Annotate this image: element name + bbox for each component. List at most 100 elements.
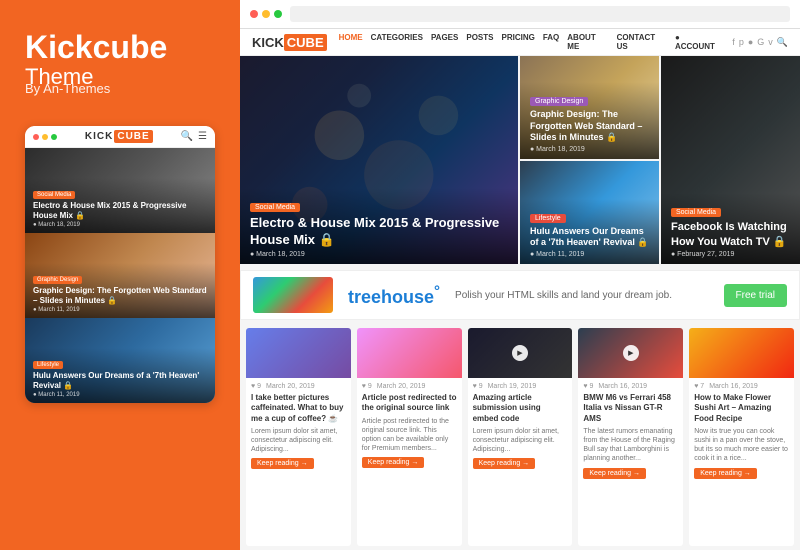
featured-tr1-overlay: Graphic Design Graphic Design: The Forgo… [520, 82, 659, 159]
mobile-post-2[interactable]: Graphic Design Graphic Design: The Forgo… [25, 233, 215, 318]
featured-right[interactable]: Social Media Facebook Is Watching How Yo… [661, 56, 800, 264]
featured-right-badge: Social Media [671, 208, 721, 217]
site-header: KICKCUBE HOME CATEGORIES PAGES POSTS PRI… [240, 29, 800, 56]
mobile-post-3-badge: Lifestyle [33, 361, 63, 369]
featured-tr1-date: ● March 18, 2019 [530, 146, 649, 153]
facebook-icon[interactable]: f [732, 37, 735, 48]
article-excerpt-2: Article post redirected to the original … [362, 417, 457, 453]
brand-title: Kickcube [25, 30, 215, 65]
featured-right-title: Facebook Is Watching How You Watch TV 🔒 [671, 220, 790, 249]
google-icon[interactable]: G [757, 37, 764, 48]
mobile-post-3[interactable]: Lifestyle Hulu Answers Our Dreams of a '… [25, 318, 215, 403]
featured-grid: Social Media Electro & House Mix 2015 & … [240, 56, 800, 266]
nav-item-contact[interactable]: CONTACT US [617, 33, 667, 51]
article-body-4: ♥ 9 March 16, 2019 BMW M6 vs Ferrari 458… [578, 378, 683, 546]
ad-logo-area: treehouse° [348, 283, 440, 308]
featured-tr1[interactable]: Graphic Design Graphic Design: The Forgo… [520, 56, 659, 159]
article-title-1: I take better pictures caffeinated. What… [251, 393, 346, 424]
mobile-dots [33, 134, 57, 140]
play-button-4[interactable]: ▶ [623, 345, 639, 361]
featured-main[interactable]: Social Media Electro & House Mix 2015 & … [240, 56, 518, 264]
nav-item-faq[interactable]: FAQ [543, 33, 559, 51]
article-body-1: ♥ 9 March 20, 2019 I take better picture… [246, 378, 351, 546]
article-title-5: How to Make Flower Sushi Art – Amazing F… [694, 393, 789, 424]
featured-main-badge: Social Media [250, 203, 300, 212]
article-body-5: ♥ 7 March 16, 2019 How to Make Flower Su… [689, 378, 794, 546]
nav-item-categories[interactable]: CATEGORIES [371, 33, 423, 51]
read-more-4[interactable]: Keep reading → [583, 468, 646, 479]
mobile-post-2-overlay: Graphic Design Graphic Design: The Forgo… [25, 263, 215, 318]
nav-item-account[interactable]: ● ACCOUNT [675, 33, 720, 51]
nav-item-pages[interactable]: PAGES [431, 33, 458, 51]
article-body-2: ♥ 9 March 20, 2019 Article post redirect… [357, 378, 462, 546]
read-more-3[interactable]: Keep reading → [473, 458, 536, 469]
search-icon[interactable]: 🔍 [777, 37, 788, 48]
article-meta-5: ♥ 7 March 16, 2019 [694, 383, 789, 390]
site-logo[interactable]: KICKCUBE [252, 35, 327, 50]
play-button-3[interactable]: ▶ [512, 345, 528, 361]
pinterest-icon[interactable]: p [739, 37, 744, 48]
featured-tr2-badge: Lifestyle [530, 214, 566, 223]
featured-right-date: ● February 27, 2019 [671, 251, 790, 258]
vimeo-icon[interactable]: v [768, 37, 773, 48]
article-excerpt-1: Lorem ipsum dolor sit amet, consectetur … [251, 427, 346, 454]
mobile-menu-icon[interactable]: ☰ [198, 131, 207, 142]
article-card-2: ♥ 9 March 20, 2019 Article post redirect… [357, 328, 462, 546]
mobile-post-1-overlay: Social Media Electro & House Mix 2015 & … [25, 178, 215, 233]
browser-chrome [240, 0, 800, 29]
treehouse-logo: treehouse° [348, 283, 440, 308]
featured-right-overlay: Social Media Facebook Is Watching How Yo… [661, 193, 800, 264]
article-meta-2: ♥ 9 March 20, 2019 [362, 383, 457, 390]
featured-tr2-title: Hulu Answers Our Dreams of a '7th Heaven… [530, 226, 649, 249]
nav-item-pricing[interactable]: PRICING [501, 33, 534, 51]
read-more-2[interactable]: Keep reading → [362, 457, 425, 468]
mobile-post-3-title: Hulu Answers Our Dreams of a '7th Heaven… [33, 371, 207, 390]
mobile-post-2-date: ● March 11, 2019 [33, 307, 207, 313]
browser-dot-yellow[interactable] [262, 10, 270, 18]
featured-tr1-badge: Graphic Design [530, 97, 588, 106]
article-thumb-2 [357, 328, 462, 378]
mobile-top-bar: KICKCUBE 🔍 ☰ [25, 126, 215, 148]
featured-tr2[interactable]: Lifestyle Hulu Answers Our Dreams of a '… [520, 161, 659, 264]
article-excerpt-5: Now its true you can cook sushi in a pan… [694, 427, 789, 463]
nav-item-about[interactable]: ABOUT ME [567, 33, 608, 51]
article-card-4: ▶ ♥ 9 March 16, 2019 BMW M6 vs Ferrari 4… [578, 328, 683, 546]
read-more-1[interactable]: Keep reading → [251, 458, 314, 469]
nav-item-home[interactable]: HOME [339, 33, 363, 51]
article-meta-3: ♥ 9 March 19, 2019 [473, 383, 568, 390]
articles-row: ♥ 9 March 20, 2019 I take better picture… [240, 324, 800, 550]
ad-free-trial-button[interactable]: Free trial [724, 284, 787, 307]
left-panel: Kickcube Theme By An-Themes KICKCUBE 🔍 ☰… [0, 0, 240, 550]
mobile-post-1-badge: Social Media [33, 191, 75, 199]
mobile-post-3-date: ● March 11, 2019 [33, 392, 207, 398]
article-thumb-1 [246, 328, 351, 378]
mobile-dot-red [33, 134, 39, 140]
mobile-post-3-overlay: Lifestyle Hulu Answers Our Dreams of a '… [25, 348, 215, 403]
article-thumb-3: ▶ [468, 328, 573, 378]
browser-dot-green[interactable] [274, 10, 282, 18]
read-more-5[interactable]: Keep reading → [694, 468, 757, 479]
article-card-1: ♥ 9 March 20, 2019 I take better picture… [246, 328, 351, 546]
browser-url-bar[interactable] [290, 6, 790, 22]
article-card-5: ♥ 7 March 16, 2019 How to Make Flower Su… [689, 328, 794, 546]
instagram-icon[interactable]: ● [748, 37, 753, 48]
ad-text: Polish your HTML skills and land your dr… [455, 289, 672, 302]
article-excerpt-3: Lorem ipsum dolor sit amet, consectetur … [473, 427, 568, 454]
mobile-search-icon[interactable]: 🔍 [181, 131, 193, 142]
ad-logo-img [253, 277, 333, 313]
article-thumb-5 [689, 328, 794, 378]
mobile-dot-yellow [42, 134, 48, 140]
nav-item-posts[interactable]: POSTS [466, 33, 493, 51]
mobile-post-1-date: ● March 18, 2019 [33, 222, 207, 228]
right-panel: KICKCUBE HOME CATEGORIES PAGES POSTS PRI… [240, 0, 800, 550]
featured-main-title: Electro & House Mix 2015 & Progressive H… [250, 215, 508, 249]
browser-dot-red[interactable] [250, 10, 258, 18]
featured-tr2-overlay: Lifestyle Hulu Answers Our Dreams of a '… [520, 199, 659, 264]
article-title-2: Article post redirected to the original … [362, 393, 457, 414]
mobile-dot-green [51, 134, 57, 140]
ad-banner: treehouse° Polish your HTML skills and l… [240, 270, 800, 320]
mobile-post-1[interactable]: Social Media Electro & House Mix 2015 & … [25, 148, 215, 233]
featured-main-overlay: Social Media Electro & House Mix 2015 & … [240, 188, 518, 264]
mobile-post-2-title: Graphic Design: The Forgotten Web Standa… [33, 286, 207, 305]
mobile-logo: KICKCUBE [85, 131, 153, 142]
